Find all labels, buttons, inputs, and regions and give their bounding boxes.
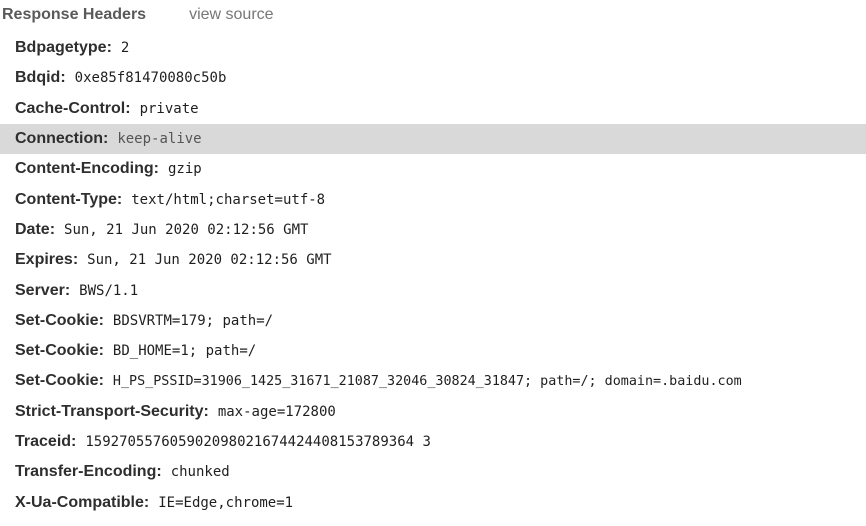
section-title: Response Headers	[2, 6, 147, 23]
header-name: Content-Type	[15, 190, 117, 208]
header-value: BDSVRTM=179; path=/	[112, 312, 274, 329]
header-value: H_PS_PSSID=31906_1425_31671_21087_32046_…	[112, 373, 742, 389]
header-row[interactable]: Set-Cookie: H_PS_PSSID=31906_1425_31671_…	[0, 366, 866, 396]
header-name: Server	[15, 281, 65, 299]
header-row[interactable]: Expires: Sun, 21 Jun 2020 02:12:56 GMT	[0, 245, 866, 275]
header-name: Expires	[15, 251, 73, 269]
header-value: Sun, 21 Jun 2020 02:12:56 GMT	[64, 221, 309, 238]
header-row[interactable]: Cache-Control: private	[0, 94, 866, 124]
header-name: Strict-Transport-Security	[15, 402, 204, 420]
header-value: keep-alive	[117, 131, 202, 148]
header-value: chunked	[170, 464, 230, 481]
header-name: Bdqid	[15, 69, 61, 87]
header-row[interactable]: Date: Sun, 21 Jun 2020 02:12:56 GMT	[0, 215, 866, 245]
header-row[interactable]: Strict-Transport-Security: max-age=17280…	[0, 397, 866, 427]
header-row[interactable]: Bdpagetype: 2	[0, 33, 866, 63]
header-value: private	[139, 100, 199, 117]
header-value: BWS/1.1	[79, 282, 139, 299]
header-name: Traceid	[15, 433, 72, 450]
header-name: Connection	[15, 130, 103, 148]
header-value: 0xe85f81470080c50b	[74, 70, 227, 87]
response-headers-section-header: Response Headers view source	[0, 0, 274, 30]
header-row-selected[interactable]: Connection: keep-alive	[0, 123, 866, 155]
header-row[interactable]: Transfer-Encoding: chunked	[0, 457, 866, 487]
header-row[interactable]: Set-Cookie: BDSVRTM=179; path=/	[0, 306, 866, 336]
header-row[interactable]: Content-Type: text/html;charset=utf-8	[0, 184, 866, 214]
header-value: text/html;charset=utf-8	[131, 191, 326, 208]
header-name: Cache-Control	[15, 99, 126, 117]
header-name: Transfer-Encoding	[15, 463, 157, 481]
header-name: Set-Cookie	[15, 372, 99, 390]
header-name: Content-Encoding	[15, 160, 154, 178]
header-row[interactable]: Set-Cookie: BD_HOME=1; path=/	[0, 336, 866, 366]
header-row[interactable]: Server: BWS/1.1	[0, 275, 866, 305]
header-row[interactable]: Content-Encoding: gzip	[0, 154, 866, 184]
header-value: BD_HOME=1; path=/	[112, 343, 257, 360]
header-name: Set-Cookie	[15, 311, 99, 329]
header-value: Sun, 21 Jun 2020 02:12:56 GMT	[87, 252, 332, 269]
view-source-link[interactable]: view source	[189, 6, 273, 24]
header-row[interactable]: Bdqid: 0xe85f81470080c50b	[0, 63, 866, 93]
header-name: Bdpagetype	[15, 39, 107, 57]
header-value: 159270557605902098021674424408153789364 …	[85, 434, 431, 450]
header-row[interactable]: X-Ua-Compatible: IE=Edge,chrome=1	[0, 487, 866, 517]
header-value: gzip	[167, 161, 202, 178]
header-name: Date	[15, 220, 50, 238]
header-value: max-age=172800	[217, 403, 336, 420]
header-value: IE=Edge,chrome=1	[158, 494, 294, 511]
header-name: X-Ua-Compatible	[15, 493, 144, 511]
header-name: Set-Cookie	[15, 342, 99, 360]
header-row[interactable]: Traceid: 1592705576059020980216744244081…	[0, 427, 866, 457]
headers-list: Bdpagetype: 2 Bdqid: 0xe85f81470080c50b …	[0, 33, 866, 518]
header-value: 2	[120, 40, 130, 57]
